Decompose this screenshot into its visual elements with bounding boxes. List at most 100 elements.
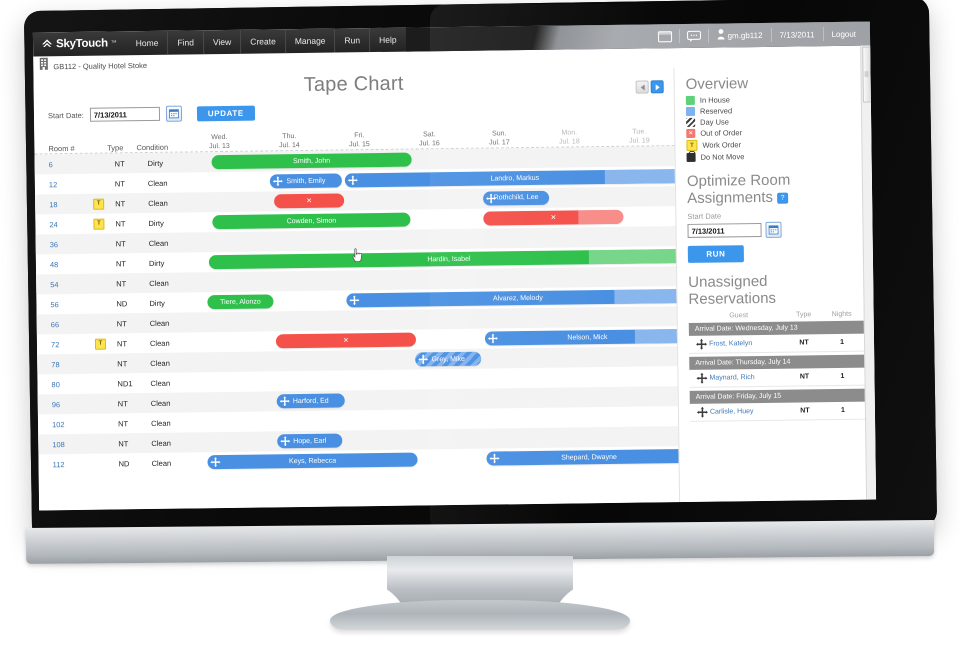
move-icon[interactable] [693,372,709,384]
day-date: Jul. 17 [489,139,510,147]
room-number[interactable]: 72 [51,339,95,349]
legend-item-5: Do Not Move [686,151,863,162]
room-number[interactable]: 48 [50,259,94,269]
reservation-bar[interactable]: Tiere, Alonzo [207,294,274,310]
previous-week-button[interactable] [635,80,649,94]
legend-label: Out of Order [700,128,743,138]
room-number[interactable]: 66 [51,319,95,329]
reservation-bar[interactable]: ✕ [483,209,624,226]
reservation-bar[interactable]: Hope, Earl [277,433,343,449]
move-icon[interactable] [418,354,429,365]
move-icon[interactable] [279,396,290,407]
day-column-header-1: Thu. Jul. 14 [254,132,324,151]
move-icon[interactable] [486,193,497,204]
chevron-left-icon [640,84,645,91]
room-number[interactable]: 56 [50,299,94,309]
list-item[interactable]: Carlisle, Huey NT 1 [689,401,867,422]
room-number[interactable]: 112 [53,459,97,469]
optimize-start-date-input[interactable] [687,222,762,238]
move-icon[interactable] [487,333,498,344]
list-item[interactable]: Frost, Katelyn NT 1 [688,333,866,354]
chat-icon[interactable] [685,29,701,42]
guest-name[interactable]: Frost, Katelyn [709,339,785,348]
brand-logo[interactable]: SkyTouch ™ [33,37,127,50]
room-type: NT [114,158,125,168]
nav-item-manage[interactable]: Manage [284,28,335,54]
move-icon[interactable] [347,175,358,186]
nav-item-find[interactable]: Find [167,30,204,55]
legend-item-3: ✕ Out of Order [686,127,862,138]
optimize-title-line2: Assignments [687,188,774,207]
reservation-label: Keys, Rebecca [288,457,337,465]
nav-menu: Home Find View Create Manage Run Help [127,27,406,56]
scrollbar-grip-icon [864,71,869,77]
reservation-bar[interactable]: Smith, John [211,152,412,170]
room-number[interactable]: 18 [49,199,93,209]
room-number[interactable]: 54 [50,279,94,289]
guest-name[interactable]: Carlisle, Huey [710,407,786,416]
reservation-bar[interactable]: ✕ [274,193,345,209]
reservation-bar[interactable]: Keys, Rebecca [207,452,418,470]
move-icon[interactable] [349,295,360,306]
day-column-header-6: Tue. Jul. 19 [604,127,674,146]
nav-item-view[interactable]: View [202,29,241,55]
reservation-bar[interactable]: Smith, Emily [269,173,342,189]
room-number[interactable]: 78 [51,359,95,369]
reservation-bar[interactable]: Nelson, Mick [484,328,691,346]
move-icon[interactable] [694,406,710,418]
reservation-bar[interactable]: Landro, Markus [344,168,685,188]
work-order-icon[interactable]: T [93,218,105,230]
move-icon[interactable] [210,457,221,468]
room-number[interactable]: 12 [49,179,93,189]
guest-nights: 1 [840,406,845,414]
update-button[interactable]: UPDATE [196,105,255,121]
work-order-icon[interactable]: T [93,198,105,210]
x-red-icon: ✕ [686,128,696,138]
move-icon[interactable] [280,436,291,447]
run-button[interactable]: RUN [687,245,744,263]
reservation-label: Landro, Markus [490,174,540,183]
nav-item-run[interactable]: Run [334,28,370,53]
move-icon[interactable] [693,338,709,350]
room-number[interactable]: 108 [52,439,96,449]
room-number[interactable]: 6 [49,159,93,169]
reservation-bar[interactable]: Harford, Ed [276,393,345,409]
nav-item-help[interactable]: Help [368,27,406,53]
reservation-bar-tail [588,248,689,265]
lock-icon [686,152,696,162]
user-menu[interactable]: gm.gb112 [708,26,770,45]
reservation-bar[interactable]: Shepard, Dwayne [486,448,692,466]
room-condition: Clean [151,438,171,448]
move-icon[interactable] [489,453,500,464]
reservation-bar[interactable]: Alvarez, Melody [346,288,690,308]
next-week-button[interactable] [650,80,664,94]
room-number[interactable]: 102 [52,419,96,429]
room-condition: Clean [148,238,169,248]
calendar-icon[interactable] [165,105,182,122]
guest-room-type: NT [799,373,810,381]
day-date: Jul. 16 [419,140,440,148]
move-icon[interactable] [272,176,283,187]
reservation-bar[interactable]: ✕ [275,332,417,349]
brand-name: SkyTouch [55,37,108,51]
logout-link[interactable]: Logout [823,29,864,39]
list-item[interactable]: Maynard, Rich NT 1 [689,367,866,388]
start-date-input[interactable] [89,106,160,122]
room-number[interactable]: 36 [50,239,94,249]
room-number[interactable]: 24 [49,219,93,229]
room-number[interactable]: 96 [52,399,96,409]
help-icon[interactable]: ? [776,192,789,204]
nav-item-create[interactable]: Create [240,29,285,54]
reservation-bar-tail [578,209,624,225]
work-order-icon[interactable]: T [94,338,107,350]
calendar-icon[interactable] [765,221,782,238]
reservation-label: Hardin, Isabel [427,255,471,263]
reservation-bar[interactable]: Cowden, Simon [212,212,411,230]
room-number[interactable]: 80 [51,379,95,389]
nav-item-home[interactable]: Home [127,31,168,56]
guest-name[interactable]: Maynard, Rich [709,373,785,382]
window-icon[interactable] [656,30,672,43]
reservation-bar[interactable]: Grey, Mike [415,351,482,367]
reservation-label: ✕ [550,214,557,222]
reservation-bar[interactable]: Rothchild, Lee [483,190,550,206]
